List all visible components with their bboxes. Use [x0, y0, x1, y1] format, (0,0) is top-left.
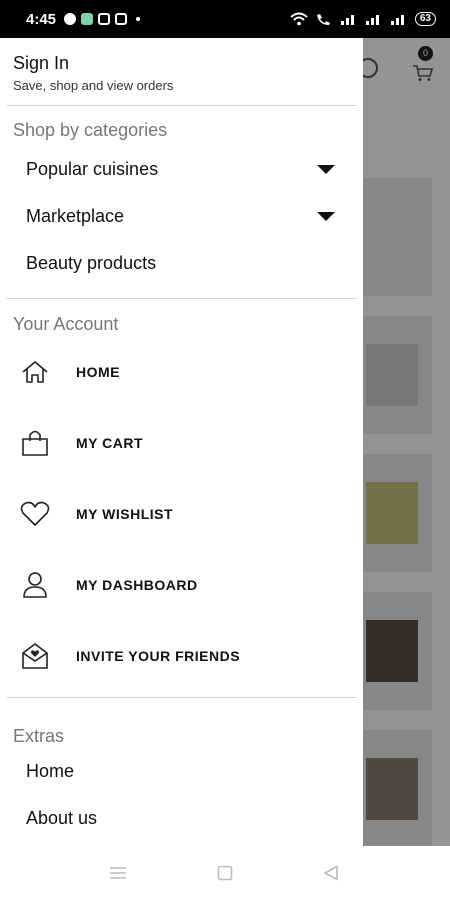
sign-in-section[interactable]: Sign In Save, shop and view orders — [6, 38, 357, 106]
back-triangle-icon — [324, 865, 338, 881]
category-popular-cuisines[interactable]: Popular cuisines — [0, 146, 363, 193]
sign-in-title[interactable]: Sign In — [13, 53, 344, 74]
divider — [6, 697, 357, 698]
menu-lines-icon — [110, 867, 126, 879]
extras-item-home[interactable]: Home — [0, 748, 363, 795]
account-item-label: MY DASHBOARD — [76, 576, 198, 593]
envelope-heart-icon — [20, 641, 50, 671]
divider — [6, 298, 357, 299]
system-navigation-bar — [0, 846, 450, 900]
message-icon — [98, 13, 111, 25]
account-item-my-cart[interactable]: MY CART — [0, 407, 363, 478]
volte-call-icon — [316, 14, 330, 25]
category-marketplace[interactable]: Marketplace — [0, 193, 363, 240]
instagram-icon — [115, 13, 128, 25]
status-time: 4:45 — [26, 10, 57, 28]
signal-icon-3 — [390, 15, 404, 25]
home-nav-button[interactable] — [214, 862, 236, 884]
extras-heading: Extras — [13, 726, 65, 746]
battery-icon: 63 — [414, 12, 436, 26]
heart-icon — [20, 499, 50, 529]
shopping-bag-icon — [20, 428, 50, 458]
account-item-invite-friends[interactable]: INVITE YOUR FRIENDS — [0, 620, 363, 691]
signal-icon-2 — [365, 15, 379, 25]
account-item-home[interactable]: HOME — [0, 336, 363, 407]
category-beauty-products[interactable]: Beauty products — [0, 240, 363, 287]
back-nav-button[interactable] — [320, 862, 342, 884]
account-heading: Your Account — [13, 314, 119, 334]
home-icon — [20, 357, 50, 387]
square-icon — [217, 865, 233, 881]
account-item-my-wishlist[interactable]: MY WISHLIST — [0, 478, 363, 549]
account-item-label: INVITE YOUR FRIENDS — [76, 647, 241, 664]
notification-icons — [64, 13, 141, 25]
wifi-icon — [290, 12, 308, 26]
chat-app-icon — [81, 13, 94, 25]
recent-apps-button[interactable] — [107, 862, 129, 884]
account-item-label: MY WISHLIST — [76, 505, 174, 522]
caret-down-icon[interactable] — [317, 212, 335, 221]
category-label: Beauty products — [26, 253, 157, 273]
account-item-my-dashboard[interactable]: MY DASHBOARD — [0, 549, 363, 620]
caret-down-icon[interactable] — [317, 165, 335, 174]
user-icon — [20, 570, 50, 600]
account-item-label: HOME — [76, 363, 120, 380]
extras-item-about-us[interactable]: About us — [0, 795, 363, 842]
skype-icon — [64, 13, 77, 25]
category-label: Popular cuisines — [26, 159, 159, 179]
categories-heading: Shop by categories — [13, 120, 168, 140]
account-item-label: MY CART — [76, 434, 144, 451]
navigation-drawer: Sign In Save, shop and view orders Shop … — [0, 38, 363, 846]
sign-in-subtitle: Save, shop and view orders — [13, 78, 174, 93]
category-label: Marketplace — [26, 206, 125, 226]
signal-icon — [340, 15, 354, 25]
status-bar: 4:45 63 — [0, 0, 450, 38]
system-icons: 63 — [290, 12, 436, 26]
more-notifications-icon — [136, 17, 141, 21]
